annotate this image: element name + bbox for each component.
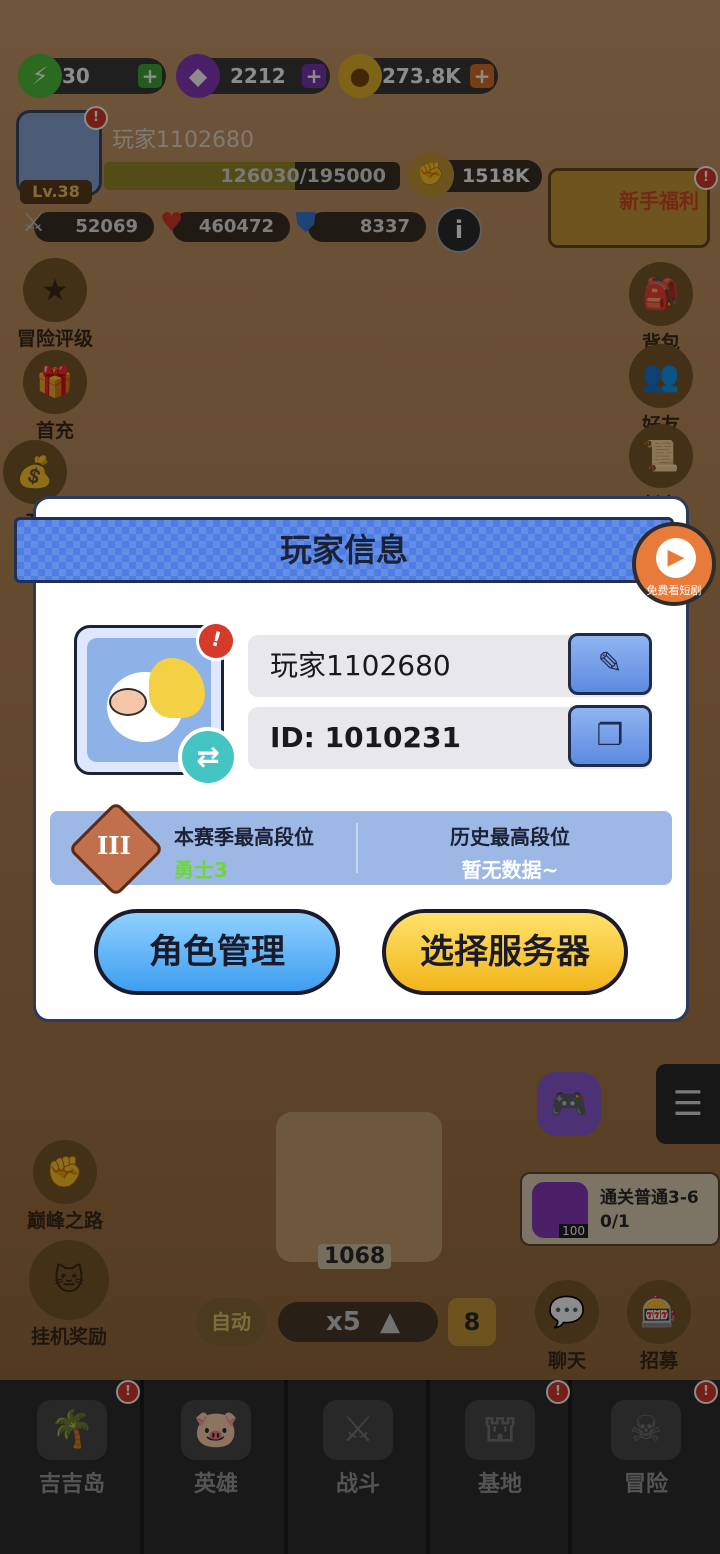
role-management-button[interactable]: 角色管理: [94, 909, 340, 995]
swap-avatar-button[interactable]: ⇄: [178, 727, 238, 787]
rank-panel: III 本赛季最高段位 勇士3 历史最高段位 暂无数据~: [50, 800, 672, 898]
rank-badge-icon: III: [67, 800, 165, 898]
rank-divider: [356, 823, 358, 873]
id-value: ID: 1010231: [270, 721, 461, 754]
rank-numeral: III: [97, 831, 131, 860]
play-icon: ▶: [656, 538, 696, 578]
id-field: ID: 1010231 ❐: [248, 705, 652, 769]
history-rank-value: 暂无数据~: [461, 858, 559, 882]
name-value: 玩家1102680: [270, 649, 451, 682]
modal-title: 玩家信息: [279, 531, 408, 569]
player-info-modal: 玩家信息 ! ⇄ 玩家1102680 ✎ ID: 1010231 ❐ III 本…: [14, 496, 689, 1022]
name-field: 玩家1102680 ✎: [248, 633, 652, 697]
free-drama-video-button[interactable]: ▶ 免费看短剧: [632, 522, 716, 606]
season-rank-value: 勇士3: [174, 858, 228, 882]
season-rank-label: 本赛季最高段位: [174, 825, 314, 849]
history-rank-label: 历史最高段位: [450, 825, 570, 849]
video-caption: 免费看短剧: [646, 584, 702, 597]
select-server-button[interactable]: 选择服务器: [382, 909, 628, 995]
modal-header: 玩家信息: [14, 517, 674, 583]
copy-id-button[interactable]: ❐: [568, 705, 652, 767]
edit-name-button[interactable]: ✎: [568, 633, 652, 695]
